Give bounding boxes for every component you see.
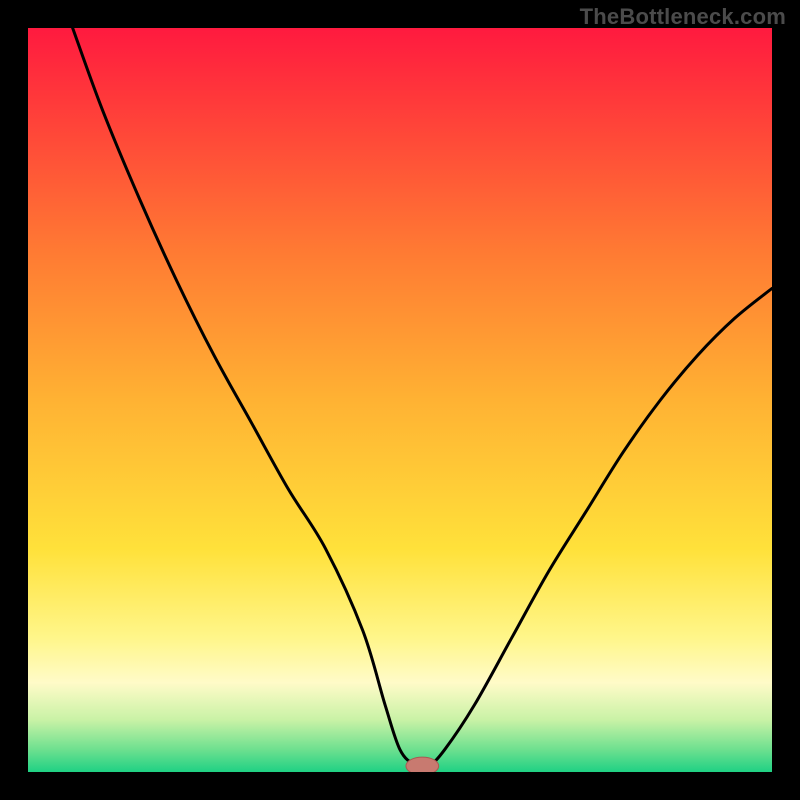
- chart-plot-area: [28, 28, 772, 772]
- optimum-marker: [406, 757, 439, 772]
- chart-frame: TheBottleneck.com: [0, 0, 800, 800]
- watermark-text: TheBottleneck.com: [580, 4, 786, 30]
- chart-svg: [28, 28, 772, 772]
